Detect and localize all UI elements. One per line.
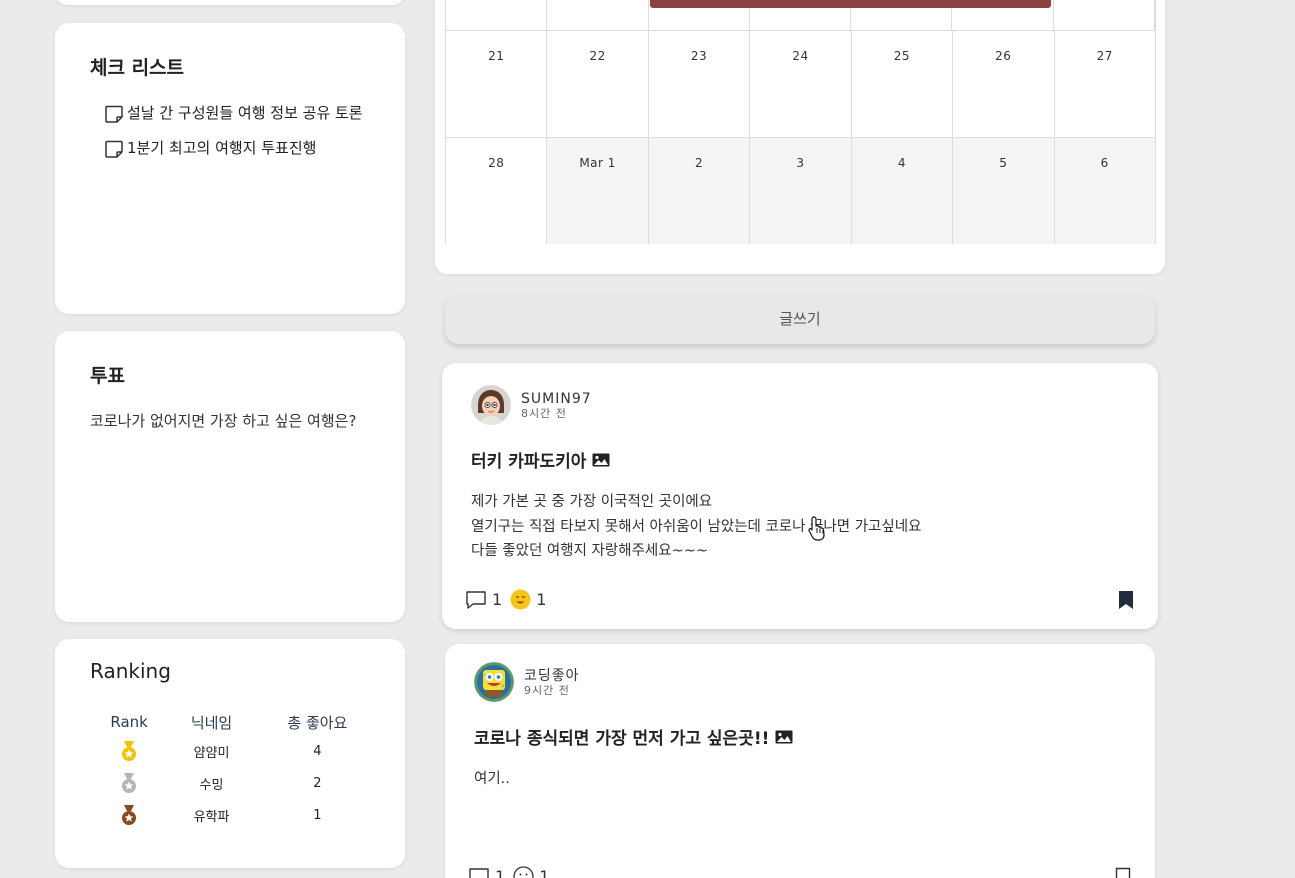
calendar-day-cell[interactable]: 24 xyxy=(750,31,852,137)
calendar-day-cell[interactable]: 26 xyxy=(953,31,1055,137)
smile-emoji-icon xyxy=(510,589,531,610)
calendar-day-cell[interactable]: 22 xyxy=(547,31,649,137)
bookmark-icon[interactable] xyxy=(1115,867,1131,878)
ranking-table: Rank 닉네임 총 좋아요 얌얌미 4 수밍 2 유학파 1 xyxy=(90,709,380,831)
post-footer: 1 1 xyxy=(468,866,1131,878)
calendar-day-cell[interactable]: 25 xyxy=(852,31,954,137)
write-post-button[interactable]: 글쓰기 xyxy=(445,294,1155,344)
checklist-item-label: 1분기 최고의 여행지 투표진행 xyxy=(127,139,317,157)
checklist-title: 체크 리스트 xyxy=(90,57,185,79)
post-card[interactable]: 코딩좋아 9시간 전 코로나 종식되면 가장 먼저 가고 싶은곳!! 여기.. … xyxy=(445,644,1155,878)
note-checkbox-icon[interactable] xyxy=(104,139,124,159)
calendar-card: 21 22 23 24 25 26 27 28 Mar 1 2 3 4 5 6 xyxy=(435,0,1165,274)
reaction-count-value: 1 xyxy=(539,867,550,878)
image-icon xyxy=(775,730,793,743)
likes-column-header: 총 좋아요 xyxy=(287,713,348,732)
smile-outline-icon xyxy=(513,866,534,878)
calendar-day-cell[interactable] xyxy=(547,0,649,30)
post-body: 여기.. xyxy=(474,767,1126,792)
avatar[interactable] xyxy=(474,662,514,702)
calendar-day-cell[interactable]: 21 xyxy=(446,31,548,137)
ranking-title: Ranking xyxy=(90,659,171,683)
post-title-text: 터키 카파도키아 xyxy=(471,452,587,472)
vote-question[interactable]: 코로나가 없어지면 가장 하고 싶은 여행은? xyxy=(90,410,370,431)
calendar-day-cell[interactable]: 4 xyxy=(851,138,954,244)
silver-medal-icon xyxy=(122,773,137,793)
author-name[interactable]: 코딩좋아 xyxy=(524,668,580,684)
ranking-nickname: 유학파 xyxy=(193,809,230,825)
post-body: 제가 가본 곳 중 가장 이국적인 곳이에요 열기구는 직접 타보지 못해서 아… xyxy=(471,490,1129,564)
previous-card xyxy=(55,0,405,5)
calendar-day-cell[interactable]: 6 xyxy=(1054,138,1155,244)
calendar-day-cell[interactable]: 2 xyxy=(648,138,751,244)
note-checkbox-icon[interactable] xyxy=(104,104,124,124)
ranking-likes: 2 xyxy=(313,775,322,791)
author-info: 코딩좋아 9시간 전 xyxy=(524,668,580,697)
table-row: 얌얌미 4 xyxy=(90,735,380,767)
post-body-line: 제가 가본 곳 중 가장 이국적인 곳이에요 xyxy=(471,494,713,510)
comment-count-value: 1 xyxy=(492,590,503,609)
calendar-day-cell[interactable]: 5 xyxy=(953,138,1055,244)
comment-count[interactable]: 1 xyxy=(468,867,505,878)
checklist-item-label: 설날 간 구성원들 여행 정보 공유 토론 xyxy=(127,104,363,122)
ranking-card: Ranking Rank 닉네임 총 좋아요 얌얌미 4 수밍 2 유학파 1 xyxy=(55,639,405,868)
comment-count[interactable]: 1 xyxy=(465,590,502,610)
gold-medal-icon xyxy=(122,741,137,761)
vote-title: 투표 xyxy=(90,365,125,387)
post-body-line: 여기.. xyxy=(474,771,510,787)
calendar-week-row xyxy=(446,0,1155,30)
checklist-item[interactable]: 설날 간 구성원들 여행 정보 공유 토론 xyxy=(104,102,370,125)
reaction-count[interactable]: 1 xyxy=(510,589,546,610)
ranking-nickname: 얌얌미 xyxy=(193,745,230,761)
post-title[interactable]: 터키 카파도키아 xyxy=(471,447,1129,472)
post-title-text: 코로나 종식되면 가장 먼저 가고 싶은곳!! xyxy=(474,729,770,749)
image-icon xyxy=(592,453,610,466)
calendar-day-cell[interactable]: 3 xyxy=(750,138,852,244)
author-name[interactable]: SUMIN97 xyxy=(521,391,592,407)
ranking-likes: 4 xyxy=(313,743,322,759)
ranking-likes: 1 xyxy=(313,807,322,823)
calendar-grid: 21 22 23 24 25 26 27 28 Mar 1 2 3 4 5 6 xyxy=(445,0,1156,244)
nickname-column-header: 닉네임 xyxy=(190,713,233,732)
post-header: 코딩좋아 9시간 전 xyxy=(474,662,1126,702)
ranking-header-row: Rank 닉네임 총 좋아요 xyxy=(90,709,380,735)
reaction-count-value: 1 xyxy=(536,590,547,609)
bronze-medal-icon xyxy=(122,805,137,825)
calendar-day-cell[interactable] xyxy=(1054,0,1155,30)
calendar-day-cell[interactable]: Mar 1 xyxy=(547,138,649,244)
calendar-event[interactable] xyxy=(650,0,1051,8)
post-body-line: 열기구는 직접 타보지 못해서 아쉬움이 남았는데 코로나 끝나면 가고싶네요 xyxy=(471,518,922,535)
checklist-card: 체크 리스트 설날 간 구성원들 여행 정보 공유 토론 1분기 최고의 여행지… xyxy=(55,23,405,314)
table-row: 수밍 2 xyxy=(90,767,380,799)
table-row: 유학파 1 xyxy=(90,799,380,831)
rank-column-header: Rank xyxy=(110,713,148,731)
checklist-item[interactable]: 1분기 최고의 여행지 투표진행 xyxy=(104,137,370,160)
calendar-day-cell[interactable]: 23 xyxy=(649,31,751,137)
bookmark-icon[interactable] xyxy=(1118,590,1134,610)
post-footer: 1 1 xyxy=(465,589,1134,610)
reaction-count[interactable]: 1 xyxy=(513,866,549,878)
post-body-line: 다들 좋았던 여행지 자랑해주세요~~~ xyxy=(471,543,709,559)
calendar-day-cell[interactable]: 28 xyxy=(446,138,548,244)
comment-icon xyxy=(469,867,489,878)
author-info: SUMIN97 8시간 전 xyxy=(521,391,592,420)
post-time: 8시간 전 xyxy=(521,406,567,420)
vote-card: 투표 코로나가 없어지면 가장 하고 싶은 여행은? xyxy=(55,331,405,622)
hand-cursor-icon xyxy=(808,516,825,541)
comment-count-value: 1 xyxy=(495,867,506,878)
post-card[interactable]: SUMIN97 8시간 전 터키 카파도키아 제가 가본 곳 중 가장 이국적인… xyxy=(442,363,1158,629)
ranking-nickname: 수밍 xyxy=(199,777,224,793)
checklist-list: 설날 간 구성원들 여행 정보 공유 토론 1분기 최고의 여행지 투표진행 xyxy=(104,102,370,160)
post-header: SUMIN97 8시간 전 xyxy=(471,385,1129,425)
calendar-day-cell[interactable]: 27 xyxy=(1055,31,1155,137)
post-time: 9시간 전 xyxy=(524,683,570,697)
calendar-week-row: 28 Mar 1 2 3 4 5 6 xyxy=(446,137,1155,244)
post-title[interactable]: 코로나 종식되면 가장 먼저 가고 싶은곳!! xyxy=(474,724,1126,749)
avatar[interactable] xyxy=(471,385,511,425)
calendar-day-cell[interactable] xyxy=(446,0,548,30)
calendar-week-row: 21 22 23 24 25 26 27 xyxy=(446,30,1155,137)
comment-icon xyxy=(466,590,486,609)
